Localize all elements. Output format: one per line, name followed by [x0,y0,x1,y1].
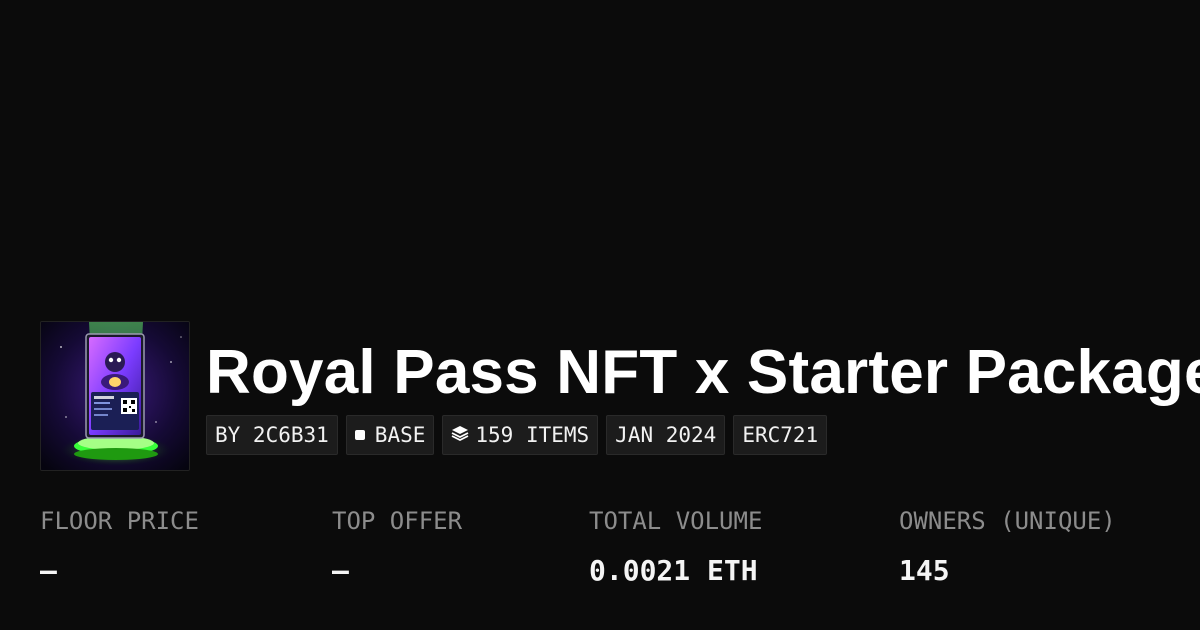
items-label: 159 ITEMS [475,423,590,447]
stat-floor-price: FLOOR PRICE – [40,505,199,587]
layers-icon [451,423,469,447]
items-badge[interactable]: 159 ITEMS [442,415,599,455]
stat-value: – [40,554,57,587]
stat-label: TOTAL VOLUME [589,507,763,535]
stat-value: – [332,554,349,587]
stat-value: 0.0021 ETH [589,554,758,587]
stat-value: 145 [899,554,950,587]
collection-image [41,322,189,470]
chain-label: BASE [374,423,426,447]
stat-total-volume: TOTAL VOLUME 0.0021 ETH [589,505,762,587]
standard-label: ERC721 [742,423,819,447]
stat-top-offer: TOP OFFER – [332,505,462,587]
square-dot-icon [354,430,365,440]
date-badge: JAN 2024 [606,415,726,455]
stat-owners: OWNERS (UNIQUE) 145 [899,505,1116,587]
stat-label: OWNERS (UNIQUE) [899,507,1116,535]
og-card: Royal Pass NFT x Starter Package BY 2C6B… [0,0,1200,630]
date-label: JAN 2024 [615,423,717,447]
stat-label: FLOOR PRICE [40,507,199,535]
collection-badges: BY 2C6B31 BASE 159 ITEMS JAN 2024 ERC721 [206,415,828,455]
collection-title: Royal Pass NFT x Starter Package [206,338,1200,407]
collection-thumbnail[interactable] [40,321,190,471]
creator-label: BY 2C6B31 [215,423,329,447]
creator-badge[interactable]: BY 2C6B31 [206,415,338,455]
chain-badge[interactable]: BASE [345,415,435,455]
stat-label: TOP OFFER [332,507,463,535]
standard-badge: ERC721 [733,415,828,455]
